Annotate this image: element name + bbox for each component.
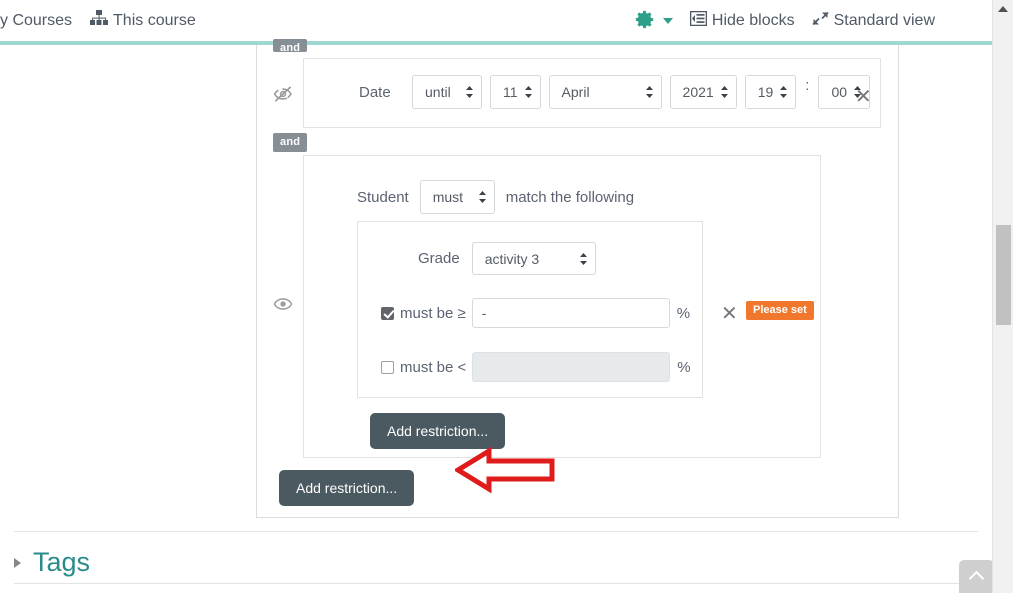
date-month-select[interactable]: April [548,75,662,109]
section-divider-top [14,531,978,532]
date-restriction-panel: Date until 11 April 2021 19: 00 [303,58,881,128]
nav-item-my-courses-label: y Courses [0,11,73,29]
operator-badge-and: and [273,133,308,152]
grade-max-label: must be < [400,358,467,376]
add-restriction-outer-button[interactable]: Add restriction... [279,470,415,506]
spinner-icon [720,85,729,99]
add-restriction-inner-button[interactable]: Add restriction... [370,413,506,449]
chevron-up-icon [968,570,985,587]
spinner-icon [524,85,533,99]
delete-grade-restriction-button[interactable]: ✕ [721,303,738,323]
top-navigation-bar: y Courses This course Hide blocks Standa… [0,0,1013,42]
back-to-top-button[interactable] [959,560,994,593]
tags-title: Tags [33,547,91,577]
spinner-icon [465,85,474,99]
date-direction-select[interactable]: until [412,75,482,109]
eye-icon [273,296,293,315]
student-match-select[interactable]: must [419,180,495,214]
standard-view-label: Standard view [833,12,935,29]
hide-blocks-button[interactable]: Hide blocks [689,10,795,31]
section-divider-bottom [14,583,978,584]
date-month-value: April [561,84,590,100]
page-content: and Date until 11 April 2021 19: 00 ✕ a… [0,39,992,593]
date-visibility-toggle[interactable] [271,83,295,107]
date-day-value: 11 [503,84,518,100]
date-direction-value: until [425,84,451,100]
date-select-group: until 11 April 2021 19: 00 [412,75,871,109]
grade-max-checkbox[interactable] [381,360,394,374]
date-hour-select[interactable]: 19 [744,75,797,109]
triangle-up-icon [998,6,1008,12]
date-year-select[interactable]: 2021 [669,75,737,109]
grade-activity-select[interactable]: activity 3 [471,242,596,275]
grade-condition-group: Grade activity 3 must be ≥ % [357,221,703,398]
grade-max-input[interactable] [472,352,671,382]
chevron-down-icon [662,18,673,24]
hide-blocks-label: Hide blocks [711,12,795,29]
restrictions-container: and Date until 11 April 2021 19: 00 ✕ a… [256,39,899,518]
spinner-icon [579,252,588,266]
match-following-label: match the following [505,188,635,206]
chevron-right-icon [14,557,21,568]
grade-min-label: must be ≥ [400,304,466,322]
grade-label: Grade [418,250,460,267]
grade-activity-value: activity 3 [484,250,540,267]
tags-section-toggle[interactable]: Tags [14,549,90,576]
eye-slash-icon [273,85,293,106]
settings-menu-button[interactable] [633,8,673,34]
student-label: Student [357,188,409,206]
nav-left-group: y Courses This course [0,10,196,31]
date-day-select[interactable]: 11 [490,75,541,109]
student-visibility-toggle[interactable] [271,293,295,317]
gear-icon [633,8,656,34]
time-separator: : [805,77,810,94]
spinner-icon [645,85,654,99]
nav-item-my-courses[interactable]: y Courses [0,12,72,30]
please-set-badge: Please set [746,301,814,320]
nav-item-this-course[interactable]: This course [90,10,196,31]
grade-min-row: must be ≥ % [381,298,690,328]
grade-max-row: must be < % [381,352,691,382]
student-restriction-panel: Student must match the following Grade a… [303,155,821,458]
grade-min-unit: % [676,304,691,322]
date-year-value: 2021 [682,84,714,100]
vertical-scrollbar[interactable] [992,0,1013,593]
date-label: Date [359,84,391,101]
grade-select-row: Grade activity 3 [418,242,596,275]
standard-view-icon [812,11,829,31]
operator-badge-top: and [273,39,308,52]
standard-view-button[interactable]: Standard view [812,11,935,31]
grade-min-checkbox[interactable] [381,306,394,320]
student-match-value: must [432,189,464,205]
hide-blocks-icon [689,10,708,31]
delete-date-restriction-button[interactable]: ✕ [855,86,872,106]
date-hour-value: 19 [757,84,774,100]
date-minute-value: 00 [831,84,848,100]
grade-max-unit: % [677,358,691,376]
nav-right-group: Hide blocks Standard view [633,8,935,34]
spinner-icon [779,85,788,99]
grade-min-input[interactable] [471,298,670,328]
nav-item-this-course-label: This course [113,11,196,29]
student-match-row: Student must match the following [357,180,634,214]
spinner-icon [478,190,487,204]
scrollbar-thumb[interactable] [996,225,1011,325]
sitemap-icon [90,10,109,31]
scrollbar-up-button[interactable] [993,0,1013,18]
